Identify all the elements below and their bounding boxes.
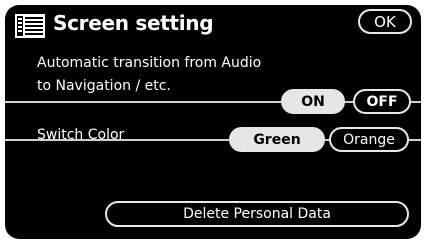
setting-label-auto-transition-line-2: to Navigation / etc. (37, 78, 171, 94)
color-orange-button[interactable]: Orange (329, 127, 409, 152)
ok-button[interactable]: OK (358, 9, 412, 34)
divider (5, 139, 229, 141)
page-title: Screen setting (53, 11, 214, 35)
delete-personal-data-button[interactable]: Delete Personal Data (105, 201, 409, 227)
setting-label-auto-transition-line-1: Automatic transition from Audio (37, 55, 262, 71)
screen-setting-panel: Screen setting OK Automatic transition f… (5, 5, 421, 239)
auto-transition-off-button[interactable]: OFF (353, 89, 411, 114)
setting-label-switch-color: Switch Color (37, 127, 125, 143)
divider (411, 101, 421, 103)
color-green-button[interactable]: Green (229, 127, 325, 152)
auto-transition-on-button[interactable]: ON (281, 89, 345, 114)
divider (409, 139, 421, 141)
divider (5, 101, 281, 103)
divider (345, 101, 353, 103)
screen-setting-icon (15, 14, 45, 38)
